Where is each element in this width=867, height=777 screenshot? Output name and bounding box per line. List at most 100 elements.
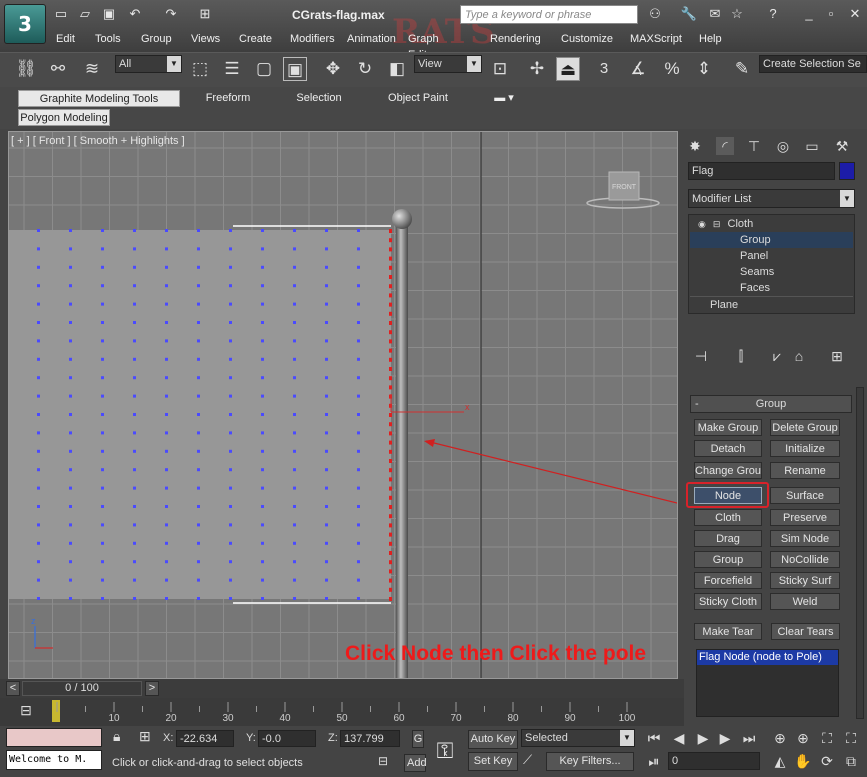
object-name-field[interactable]: Flag <box>688 162 835 180</box>
flag-pole[interactable] <box>396 226 408 679</box>
zoom-extents-all-icon[interactable]: ⛶ <box>842 729 860 747</box>
selected-edge-vertex[interactable] <box>389 587 392 592</box>
flag-vertex[interactable] <box>197 413 200 416</box>
flag-vertex[interactable] <box>69 339 72 343</box>
flag-vertex[interactable] <box>37 560 40 564</box>
selected-edge-vertex[interactable] <box>389 357 392 362</box>
maxscript-listener-input[interactable]: Welcome to M. <box>6 750 102 770</box>
flag-vertex[interactable] <box>37 357 40 361</box>
lightbulb-icon[interactable]: ◉ <box>698 219 706 229</box>
flag-vertex[interactable] <box>133 321 136 324</box>
flag-vertex[interactable] <box>69 578 72 582</box>
flag-vertex[interactable] <box>293 523 296 527</box>
nocollide-button[interactable]: NoCollide <box>770 551 840 568</box>
flag-vertex[interactable] <box>197 431 200 435</box>
maximize-icon[interactable]: ▫ <box>822 6 840 22</box>
help-icon[interactable]: ? <box>764 6 782 22</box>
flag-vertex[interactable] <box>357 229 360 232</box>
flag-vertex[interactable] <box>37 284 40 288</box>
save-file-icon[interactable]: ▣ <box>100 6 118 22</box>
flag-vertex[interactable] <box>197 394 200 398</box>
flag-vertex[interactable] <box>165 357 168 361</box>
flag-vertex[interactable] <box>101 339 104 343</box>
show-end-result-icon[interactable]: ⫿ <box>732 347 750 365</box>
flag-vertex[interactable] <box>325 597 328 600</box>
close-icon[interactable]: ✕ <box>846 6 864 22</box>
flag-vertex[interactable] <box>229 321 232 324</box>
flag-vertex[interactable] <box>197 339 200 343</box>
flag-vertex[interactable] <box>69 541 72 545</box>
flag-vertex[interactable] <box>69 394 72 398</box>
percent-snap-icon[interactable]: % <box>660 57 684 81</box>
flag-vertex[interactable] <box>357 321 360 324</box>
flag-vertex[interactable] <box>133 284 136 288</box>
selected-edge-vertex[interactable] <box>389 477 392 482</box>
menu-help[interactable]: Help <box>699 31 722 47</box>
maximize-viewport-icon[interactable]: ⧉ <box>842 752 860 770</box>
flag-vertex[interactable] <box>133 394 136 398</box>
selected-edge-vertex[interactable] <box>389 495 392 500</box>
flag-vertex[interactable] <box>229 247 232 251</box>
cloth-button[interactable]: Cloth <box>694 509 762 526</box>
group-button[interactable]: Group <box>694 551 762 568</box>
selected-edge-vertex[interactable] <box>389 569 392 574</box>
flag-vertex[interactable] <box>197 560 200 564</box>
flag-vertex[interactable] <box>37 247 40 251</box>
flag-vertex[interactable] <box>325 449 328 453</box>
flag-vertex[interactable] <box>293 394 296 398</box>
selected-edge-vertex[interactable] <box>389 385 392 390</box>
spinner-snap-icon[interactable]: ⇕ <box>692 57 716 81</box>
flag-vertex[interactable] <box>197 505 200 508</box>
window-crossing-icon[interactable]: ▣ <box>283 57 307 81</box>
flag-vertex[interactable] <box>101 247 104 251</box>
tab-selection[interactable]: Selection <box>284 90 354 107</box>
flag-vertex[interactable] <box>197 247 200 251</box>
flag-vertex[interactable] <box>293 265 296 269</box>
y-coord-field[interactable]: -0.0 <box>258 730 316 747</box>
flag-vertex[interactable] <box>229 229 232 232</box>
selected-edge-vertex[interactable] <box>389 247 392 252</box>
selected-edge-vertex[interactable] <box>389 449 392 454</box>
flag-vertex[interactable] <box>261 560 264 564</box>
flag-vertex[interactable] <box>293 505 296 508</box>
pin-stack-icon[interactable]: ⊣ <box>692 347 710 365</box>
tab-object-paint[interactable]: Object Paint <box>376 90 460 107</box>
flag-vertex[interactable] <box>197 229 200 232</box>
flag-vertex[interactable] <box>293 413 296 416</box>
flag-vertex[interactable] <box>293 339 296 343</box>
zoom-extents-icon[interactable]: ⛶ <box>818 729 836 747</box>
flag-vertex[interactable] <box>37 376 40 380</box>
flag-vertex[interactable] <box>357 431 360 435</box>
flag-vertex[interactable] <box>357 394 360 398</box>
hierarchy-tab-icon[interactable]: ⊤ <box>745 137 763 155</box>
selection-filter-dropdown[interactable]: All ▼ <box>115 55 182 73</box>
flag-vertex[interactable] <box>357 449 360 453</box>
flag-vertex[interactable] <box>261 468 264 472</box>
flag-vertex[interactable] <box>293 284 296 288</box>
flag-vertex[interactable] <box>325 376 328 380</box>
initialize-button[interactable]: Initialize <box>770 440 840 457</box>
next-frame-icon[interactable]: ▶ <box>716 729 734 747</box>
flag-vertex[interactable] <box>261 431 264 435</box>
flag-vertex[interactable] <box>101 505 104 508</box>
flag-vertex[interactable] <box>133 468 136 472</box>
unlink-icon[interactable]: ⚯ <box>46 57 70 81</box>
flag-vertex[interactable] <box>133 229 136 232</box>
flag-vertex[interactable] <box>325 394 328 398</box>
flag-vertex[interactable] <box>357 339 360 343</box>
menu-create[interactable]: Create <box>239 31 272 47</box>
flag-vertex[interactable] <box>229 449 232 453</box>
flag-vertex[interactable] <box>69 523 72 527</box>
flag-vertex[interactable] <box>165 247 168 251</box>
set-key-button[interactable]: Set Key <box>468 752 518 771</box>
menu-animation[interactable]: Animation <box>347 31 396 47</box>
binoculars-icon[interactable]: ⚇ <box>646 6 664 22</box>
flag-vertex[interactable] <box>229 541 232 545</box>
flag-vertex[interactable] <box>101 284 104 288</box>
stack-item-panel[interactable]: Panel <box>690 248 853 264</box>
angle-snap-icon[interactable]: ∡ <box>626 57 650 81</box>
flag-vertex[interactable] <box>197 449 200 453</box>
flag-vertex[interactable] <box>165 505 168 508</box>
flag-vertex[interactable] <box>357 560 360 564</box>
flag-vertex[interactable] <box>357 357 360 361</box>
